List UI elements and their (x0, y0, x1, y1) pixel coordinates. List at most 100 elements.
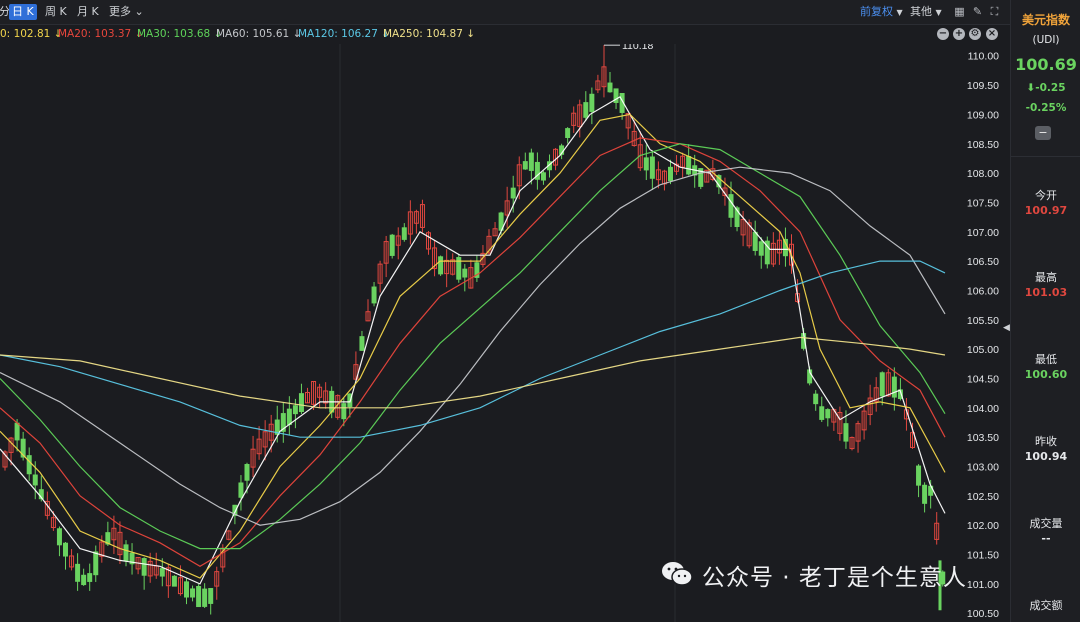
candle-body (56, 528, 62, 546)
candle-body (141, 558, 147, 576)
caret-down-icon: ▼ (935, 8, 942, 17)
candle-body (825, 409, 831, 419)
candle-body (843, 423, 849, 442)
candle-body (522, 161, 528, 170)
ma20-legend: MA20: 103.37 ↓ (58, 24, 143, 44)
tab-day-k[interactable]: 日 K (9, 4, 37, 20)
quote-panel: 美元指数 (UDI) 100.69 ⬇-0.25 -0.25% − 今开 100… (1010, 0, 1080, 622)
price-tick-label: 108.50 (967, 139, 999, 151)
candle-body (728, 194, 734, 218)
divider (1011, 156, 1080, 157)
ma30-value: 103.68 (173, 28, 211, 40)
other-select-label: 其他 (910, 5, 932, 18)
candle-body (190, 588, 196, 598)
candle-body (202, 588, 208, 607)
grid-layout-icon[interactable]: ▦ (953, 5, 966, 18)
price-tick-label: 107.00 (967, 227, 999, 239)
zoom-out-icon[interactable]: − (937, 28, 949, 40)
low-value: 100.60 (1024, 368, 1068, 381)
candle-body (171, 575, 177, 587)
ma60-legend: MA60: 105.61 ↓ (216, 24, 301, 44)
price-tick-label: 100.50 (967, 608, 999, 620)
other-select[interactable]: 其他 ▼ (910, 4, 942, 21)
price-tick-label: 105.50 (967, 315, 999, 327)
price-tick-label: 106.50 (967, 256, 999, 268)
candlestick-chart[interactable]: 110.00 109.50 109.00 108.50 108.00 107.50 107.… (0, 44, 1002, 622)
candle-body (196, 586, 202, 608)
arrow-down-icon: ⬇ (1026, 82, 1036, 94)
price-tick-label: 104.50 (967, 373, 999, 385)
candle-body (286, 408, 292, 425)
ma-legend: 0: 102.81 ↓ MA20: 103.37 ↓ MA30: 103.68 … (0, 24, 1010, 44)
candle-body (341, 403, 347, 420)
candle-body (643, 157, 649, 171)
collapse-panel-icon[interactable]: ◀ (1003, 318, 1010, 338)
adjust-select-label: 前复权 (860, 5, 893, 18)
low-label: 最低 (1035, 353, 1057, 366)
price-tick-label: 110.00 (968, 51, 999, 63)
candle-body (649, 156, 655, 179)
candle-body (510, 187, 516, 199)
candle-body (891, 376, 897, 398)
candle-body (208, 588, 214, 604)
candle-body (607, 82, 613, 93)
instrument-name: 美元指数 (1021, 13, 1070, 27)
ma10-label: 0: (0, 28, 11, 40)
ma10-legend: 0: 102.81 ↓ (0, 24, 62, 44)
ma250-arrow: ↓ (466, 28, 476, 40)
volume-value: -- (1041, 532, 1051, 545)
tab-month-k[interactable]: 月 K (74, 4, 102, 20)
prev-close-value: 100.94 (1024, 450, 1068, 463)
ma20-value: 103.37 (94, 28, 132, 40)
open-value: 100.97 (1024, 204, 1068, 217)
high-value: 101.03 (1024, 286, 1068, 299)
extreme-annotations: 110.18100.15 (604, 44, 653, 52)
candle-body (462, 268, 468, 278)
candle-body (123, 544, 129, 562)
settings-gear-icon[interactable]: ⚙ (969, 28, 981, 40)
price-tick-label: 101.00 (967, 579, 999, 591)
tab-more[interactable]: 更多 ⌄ (106, 4, 147, 20)
candle-body (401, 227, 407, 240)
ma250-value: 104.87 (426, 28, 463, 40)
price-tick-label: 103.00 (967, 461, 999, 473)
watermark-text: 公众号 · 老丁是个生意人 (702, 565, 967, 591)
minus-icon[interactable]: − (1035, 126, 1051, 140)
candle-body (686, 156, 692, 175)
open-label: 今开 (1035, 189, 1057, 202)
amount-label: 成交额 (1029, 599, 1063, 612)
price-tick-label: 102.50 (967, 491, 999, 503)
price-tick-label: 103.50 (967, 432, 999, 444)
ma120-value: 106.27 (341, 28, 378, 40)
price-change: ⬇-0.25 (1011, 82, 1080, 94)
fullscreen-icon[interactable]: ⛶ (988, 5, 1001, 18)
candle-body (371, 286, 377, 304)
candle-body (14, 422, 20, 441)
price-tick-label: 105.00 (967, 344, 999, 356)
tab-week-k[interactable]: 周 K (42, 4, 70, 20)
price-tick-label: 101.50 (967, 550, 999, 562)
price-tick-label: 108.00 (967, 168, 999, 180)
ma120-label: MA120: (298, 28, 338, 40)
high-label: 最高 (1035, 271, 1057, 284)
ma250-legend: MA250: 104.87 ↓ (383, 24, 475, 44)
candle-body (389, 234, 395, 256)
zoom-in-icon[interactable]: + (953, 28, 965, 40)
candle-body (438, 256, 444, 275)
candle-body (292, 405, 298, 415)
period-toolbar: 分 日 K 周 K 月 K 更多 ⌄ 前复权 ▼ 其他 ▼ ▦ ✎ ⛶ (0, 0, 1010, 25)
draw-tool-icon[interactable]: ✎ (971, 5, 984, 18)
chevron-down-icon: ⌄ (134, 5, 144, 18)
price-tick-label: 107.50 (967, 197, 999, 209)
last-price: 100.69 (1015, 55, 1077, 74)
prev-close-label: 昨收 (1035, 435, 1057, 448)
candle-body (758, 241, 764, 256)
candle-body (589, 93, 595, 112)
candle-body (93, 551, 99, 576)
instrument-code: (UDI) (1032, 34, 1060, 46)
adjust-select[interactable]: 前复权 ▼ (860, 4, 903, 21)
candle-body (32, 474, 38, 486)
close-icon[interactable]: × (986, 28, 998, 40)
ma20-label: MA20: (58, 28, 92, 40)
candle-body (819, 406, 825, 420)
